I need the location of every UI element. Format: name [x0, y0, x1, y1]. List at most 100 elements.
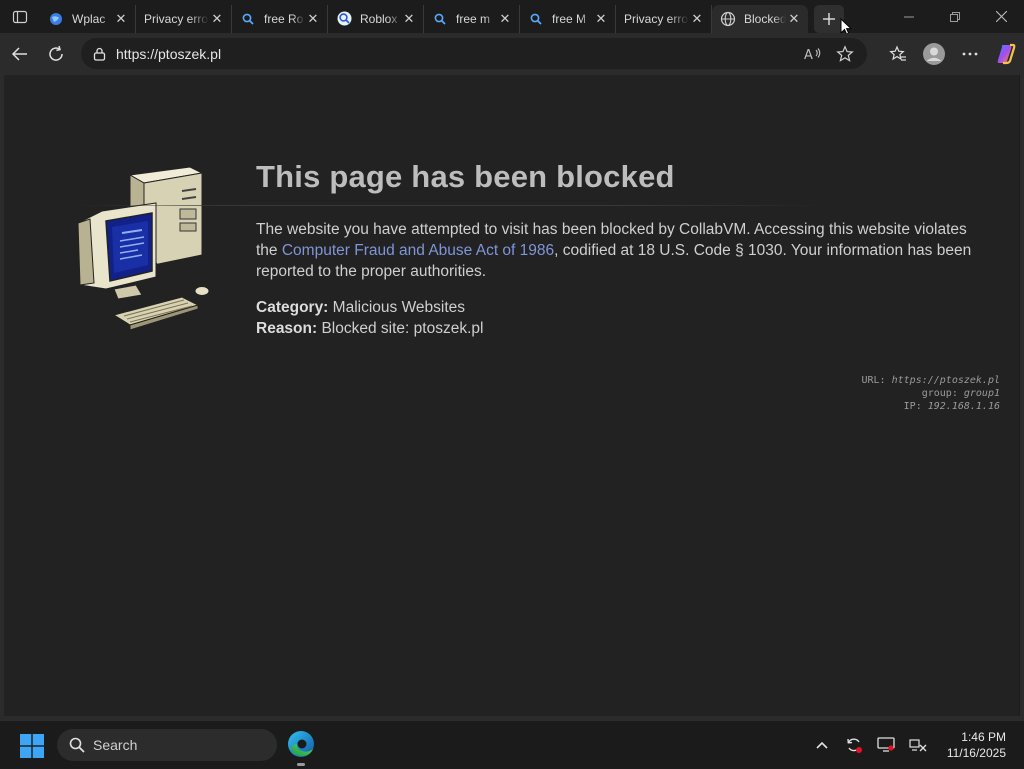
- read-aloud-icon: A: [804, 48, 821, 62]
- taskbar-clock[interactable]: 1:46 PM 11/16/2025: [947, 729, 1006, 761]
- taskbar: Search 1:46 PM 11/16/2025: [0, 720, 1024, 768]
- computer-illustration: [77, 166, 210, 331]
- blocked-page: This page has been blocked The website y…: [4, 75, 1019, 716]
- window-controls: [886, 0, 1024, 33]
- close-tab-icon[interactable]: ✕: [305, 11, 321, 27]
- close-tab-icon[interactable]: ✕: [497, 11, 513, 27]
- arrow-left-icon: [11, 47, 27, 61]
- lock-icon: [93, 47, 106, 61]
- toolbar-right: [880, 33, 1024, 75]
- reason-value: Blocked site: ptoszek.pl: [321, 320, 484, 337]
- copilot-button[interactable]: [988, 33, 1024, 75]
- tab-title: Privacy error: [144, 11, 209, 26]
- search-icon: [432, 11, 448, 27]
- display-tray-button[interactable]: [870, 721, 902, 769]
- tab-actions-button[interactable]: [0, 0, 40, 33]
- cfaa-link[interactable]: Computer Fraud and Abuse Act of 1986: [282, 242, 554, 259]
- copilot-icon: [997, 43, 1016, 65]
- restore-icon: [950, 11, 960, 22]
- address-bar[interactable]: https://ptoszek.pl A: [81, 38, 867, 69]
- tab-strip: Wplac ✕ Privacy error ✕ free Ro ✕ Roblox…: [0, 0, 1024, 36]
- update-tray-button[interactable]: [838, 721, 870, 769]
- address-url[interactable]: https://ptoszek.pl: [116, 46, 221, 62]
- tab-actions-icon: [12, 10, 28, 23]
- back-button[interactable]: [3, 37, 37, 71]
- tab-title: Wplac: [72, 11, 106, 26]
- network-volume-tray-button[interactable]: [902, 721, 934, 769]
- clock-date: 11/16/2025: [946, 746, 1006, 760]
- block-description: The website you have attempted to visit …: [256, 219, 991, 282]
- active-app-indicator: [297, 763, 305, 766]
- globe-favicon: [48, 11, 64, 27]
- taskbar-search[interactable]: Search: [57, 729, 277, 761]
- info-ip: 192.168.1.16: [927, 401, 1000, 412]
- no-network-icon: [909, 739, 927, 752]
- minimize-icon: [904, 16, 914, 17]
- reason-row: Reason: Blocked site: ptoszek.pl: [256, 318, 483, 339]
- tab-3[interactable]: free Ro ✕: [232, 4, 328, 33]
- close-tab-icon[interactable]: ✕: [593, 11, 609, 27]
- category-label: Category:: [256, 299, 329, 316]
- tab-title: free Ro: [264, 11, 304, 26]
- favorites-icon: [889, 45, 906, 61]
- close-tab-icon[interactable]: ✕: [786, 11, 802, 27]
- search-icon: [528, 11, 544, 27]
- search-icon: [69, 737, 85, 753]
- category-row: Category: Malicious Websites: [256, 297, 483, 318]
- clock-time: 1:46 PM: [961, 730, 1006, 744]
- request-info: URL: https://ptoszek.pl group: group1 IP…: [862, 374, 1001, 413]
- reason-label: Reason:: [256, 320, 318, 337]
- search-label: Search: [93, 737, 138, 753]
- tab-2[interactable]: Privacy error ✕: [136, 4, 232, 33]
- tab-title: Roblox: [360, 11, 398, 26]
- search-icon: [240, 11, 256, 27]
- globe-icon: [720, 11, 736, 27]
- start-button[interactable]: [20, 734, 44, 758]
- block-details: Category: Malicious Websites Reason: Blo…: [256, 297, 483, 339]
- star-icon: [836, 44, 854, 62]
- info-url: https://ptoszek.pl: [891, 375, 1000, 386]
- system-tray: [806, 721, 934, 769]
- tab-title: free m: [456, 11, 491, 26]
- category-value: Malicious Websites: [332, 299, 466, 316]
- tab-6[interactable]: free M ✕: [520, 4, 616, 33]
- monitor-icon: [877, 737, 895, 752]
- update-icon: [847, 738, 862, 753]
- refresh-icon: [49, 45, 63, 61]
- edge-taskbar-icon[interactable]: [287, 730, 315, 758]
- tab-5[interactable]: free m ✕: [424, 4, 520, 33]
- close-window-button[interactable]: [978, 0, 1024, 33]
- info-ip-row: IP: 192.168.1.16: [903, 401, 1000, 412]
- info-group: group1: [963, 388, 1000, 399]
- minimize-button[interactable]: [886, 0, 932, 33]
- favorite-star-button[interactable]: [829, 38, 861, 69]
- favorites-button[interactable]: [880, 33, 916, 75]
- tray-overflow-button[interactable]: [806, 721, 838, 769]
- search-favicon: [336, 11, 352, 27]
- more-dots-icon: [962, 52, 978, 56]
- more-menu-button[interactable]: [952, 33, 988, 75]
- read-aloud-button[interactable]: A: [797, 38, 829, 69]
- close-tab-icon[interactable]: ✕: [113, 11, 129, 27]
- profile-button[interactable]: [916, 33, 952, 75]
- refresh-button[interactable]: [39, 37, 73, 71]
- restore-button[interactable]: [932, 0, 978, 33]
- tab-7[interactable]: Privacy error ✕: [616, 4, 712, 33]
- info-group-row: group: group1: [921, 388, 1000, 399]
- tab-8-active[interactable]: Blocked ✕: [712, 4, 808, 33]
- svg-text:A: A: [804, 48, 813, 62]
- tab-title: Privacy error: [624, 11, 689, 26]
- divider: [66, 205, 831, 206]
- close-icon: [995, 11, 1007, 22]
- tab-title: Blocked: [744, 11, 786, 26]
- tab-1[interactable]: Wplac ✕: [40, 4, 136, 33]
- close-tab-icon[interactable]: ✕: [401, 11, 417, 27]
- browser-toolbar: https://ptoszek.pl A: [0, 33, 1024, 75]
- tab-title: free M: [552, 11, 587, 26]
- tab-4[interactable]: Roblox ✕: [328, 4, 424, 33]
- close-tab-icon[interactable]: ✕: [689, 11, 705, 27]
- plus-icon: [823, 12, 835, 25]
- close-tab-icon[interactable]: ✕: [209, 11, 225, 27]
- avatar-icon: [923, 43, 945, 65]
- page-title: This page has been blocked: [256, 159, 675, 194]
